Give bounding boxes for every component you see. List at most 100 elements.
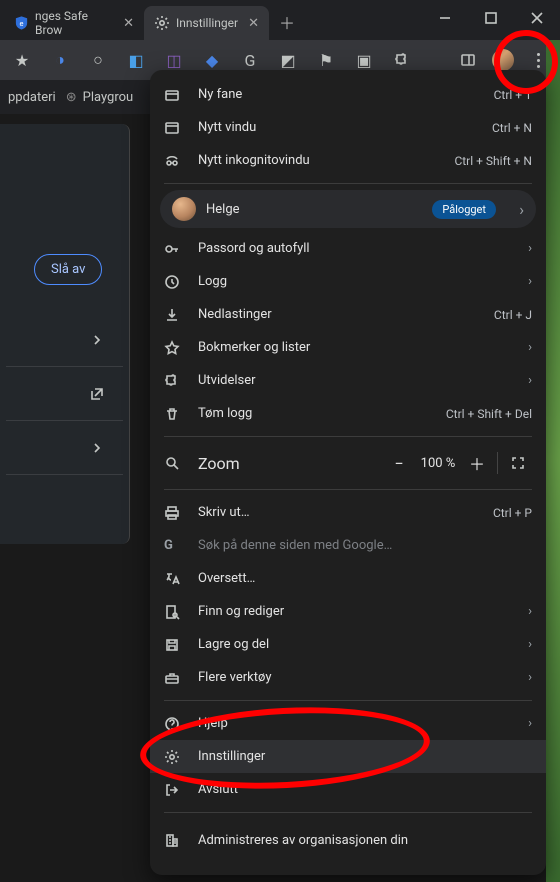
list-item[interactable]: [6, 367, 123, 421]
new-tab-button[interactable]: ＋: [269, 4, 305, 40]
divider: [497, 452, 498, 474]
help-icon: [164, 716, 180, 732]
avatar: [172, 197, 196, 221]
maximize-button[interactable]: [468, 0, 514, 36]
zoom-value: 100 %: [413, 456, 463, 471]
disable-button[interactable]: Slå av: [34, 254, 102, 285]
key-icon: [164, 241, 180, 257]
menu-label: Tøm logg: [198, 406, 446, 421]
menu-label: Ny fane: [198, 87, 494, 102]
chevron-right-icon: ›: [514, 604, 532, 619]
minimize-button[interactable]: [422, 0, 468, 36]
menu-settings[interactable]: Innstillinger: [150, 740, 546, 773]
menu-label: Skriv ut…: [198, 505, 493, 520]
menu-search-page[interactable]: G Søk på denne siden med Google…: [150, 529, 546, 562]
zoom-in-button[interactable]: ＋: [463, 449, 491, 477]
fullscreen-icon: [510, 455, 526, 471]
zoom-label: Zoom: [198, 454, 385, 473]
chevron-right-icon: ›: [514, 241, 532, 256]
save-icon: [164, 637, 180, 653]
menu-extensions[interactable]: Utvidelser ›: [150, 364, 546, 397]
menu-save-share[interactable]: Lagre og del ›: [150, 628, 546, 661]
chevron-right-icon: ›: [514, 637, 532, 652]
close-window-button[interactable]: [514, 0, 560, 36]
menu-zoom-row: Zoom − 100 % ＋: [150, 443, 546, 483]
chevron-right-icon: ›: [514, 670, 532, 685]
close-icon[interactable]: ✕: [123, 16, 134, 31]
shield-e-icon: e: [14, 15, 29, 31]
bookmark-item[interactable]: ⊛Playgrou: [66, 90, 133, 105]
chevron-right-icon: [89, 332, 105, 348]
tab-strip: e nges Safe Brow ✕ Innstillinger ✕ ＋: [0, 0, 560, 40]
menu-label: Administreres av organisasjonen din: [198, 833, 532, 848]
menu-shortcut: Ctrl + Shift + Del: [446, 407, 532, 421]
menu-find-edit[interactable]: Finn og rediger ›: [150, 595, 546, 628]
menu-shortcut: Ctrl + T: [494, 88, 532, 102]
bookmark-label: Playgrou: [83, 90, 134, 105]
wallpaper-edge: [546, 40, 560, 882]
tab-safe-browsing[interactable]: e nges Safe Brow ✕: [4, 6, 144, 40]
profile-avatar[interactable]: [492, 49, 514, 71]
star-icon: [164, 340, 180, 356]
toolbox-icon: [164, 670, 180, 686]
external-link-icon: [89, 386, 105, 402]
bookmark-item[interactable]: ppdateri: [8, 90, 56, 105]
extension-icon[interactable]: ◑: [46, 46, 74, 74]
user-name: Helge: [206, 202, 422, 217]
menu-label: Flere verktøy: [198, 670, 514, 685]
extension-icon[interactable]: ◧: [122, 46, 150, 74]
menu-clear-data[interactable]: Tøm logg Ctrl + Shift + Del: [150, 397, 546, 430]
signed-in-badge: Pålogget: [432, 200, 496, 219]
list-item[interactable]: [6, 421, 123, 475]
magnifier-icon: [164, 455, 180, 471]
fullscreen-button[interactable]: [504, 449, 532, 477]
tab-label: nges Safe Brow: [35, 9, 113, 37]
menu-bookmarks[interactable]: Bokmerker og lister ›: [150, 331, 546, 364]
chevron-right-icon: ›: [506, 200, 524, 219]
zoom-out-button[interactable]: −: [385, 449, 413, 477]
menu-downloads[interactable]: Nedlastinger Ctrl + J: [150, 298, 546, 331]
document-search-icon: [164, 604, 180, 620]
tab-icon: [164, 87, 180, 103]
menu-translate[interactable]: Oversett…: [150, 562, 546, 595]
divider: [164, 436, 532, 437]
menu-shortcut: Ctrl + J: [494, 308, 532, 322]
divider: [164, 489, 532, 490]
window-controls: [422, 0, 560, 36]
menu-more-tools[interactable]: Flere verktøy ›: [150, 661, 546, 694]
building-icon: [164, 832, 180, 848]
divider: [164, 183, 532, 184]
divider: [164, 700, 532, 701]
menu-label: Innstillinger: [198, 749, 532, 764]
tab-label: Innstillinger: [176, 16, 238, 30]
close-icon[interactable]: ✕: [248, 16, 259, 31]
menu-exit[interactable]: Avslutt: [150, 773, 546, 806]
menu-managed-by-org[interactable]: Administreres av organisasjonen din: [150, 819, 546, 861]
gear-icon: [154, 15, 170, 31]
menu-history[interactable]: Logg ›: [150, 265, 546, 298]
menu-label: Nedlastinger: [198, 307, 494, 322]
chevron-right-icon: ›: [514, 373, 532, 388]
menu-print[interactable]: Skriv ut… Ctrl + P: [150, 496, 546, 529]
menu-shortcut: Ctrl + Shift + N: [454, 154, 532, 168]
tab-settings[interactable]: Innstillinger ✕: [144, 6, 269, 40]
menu-help[interactable]: Hjelp ›: [150, 707, 546, 740]
menu-label: Logg: [198, 274, 514, 289]
extension-icon[interactable]: ○: [84, 46, 112, 74]
menu-incognito[interactable]: Nytt inkognitovindu Ctrl + Shift + N: [150, 144, 546, 177]
bookmark-label: ppdateri: [8, 90, 56, 105]
menu-label: Passord og autofyll: [198, 241, 514, 256]
menu-passwords[interactable]: Passord og autofyll ›: [150, 232, 546, 265]
menu-label: Bokmerker og lister: [198, 340, 514, 355]
menu-label: Finn og rediger: [198, 604, 514, 619]
extension-icon[interactable]: ★: [8, 46, 36, 74]
incognito-icon: [164, 153, 180, 169]
menu-new-tab[interactable]: Ny fane Ctrl + T: [150, 78, 546, 111]
menu-label: Lagre og del: [198, 637, 514, 652]
menu-new-window[interactable]: Nytt vindu Ctrl + N: [150, 111, 546, 144]
list-item[interactable]: [6, 313, 123, 367]
chevron-right-icon: ›: [514, 716, 532, 731]
window-icon: [164, 120, 180, 136]
menu-label: Oversett…: [198, 571, 532, 586]
menu-user-row[interactable]: Helge Pålogget ›: [160, 190, 536, 228]
